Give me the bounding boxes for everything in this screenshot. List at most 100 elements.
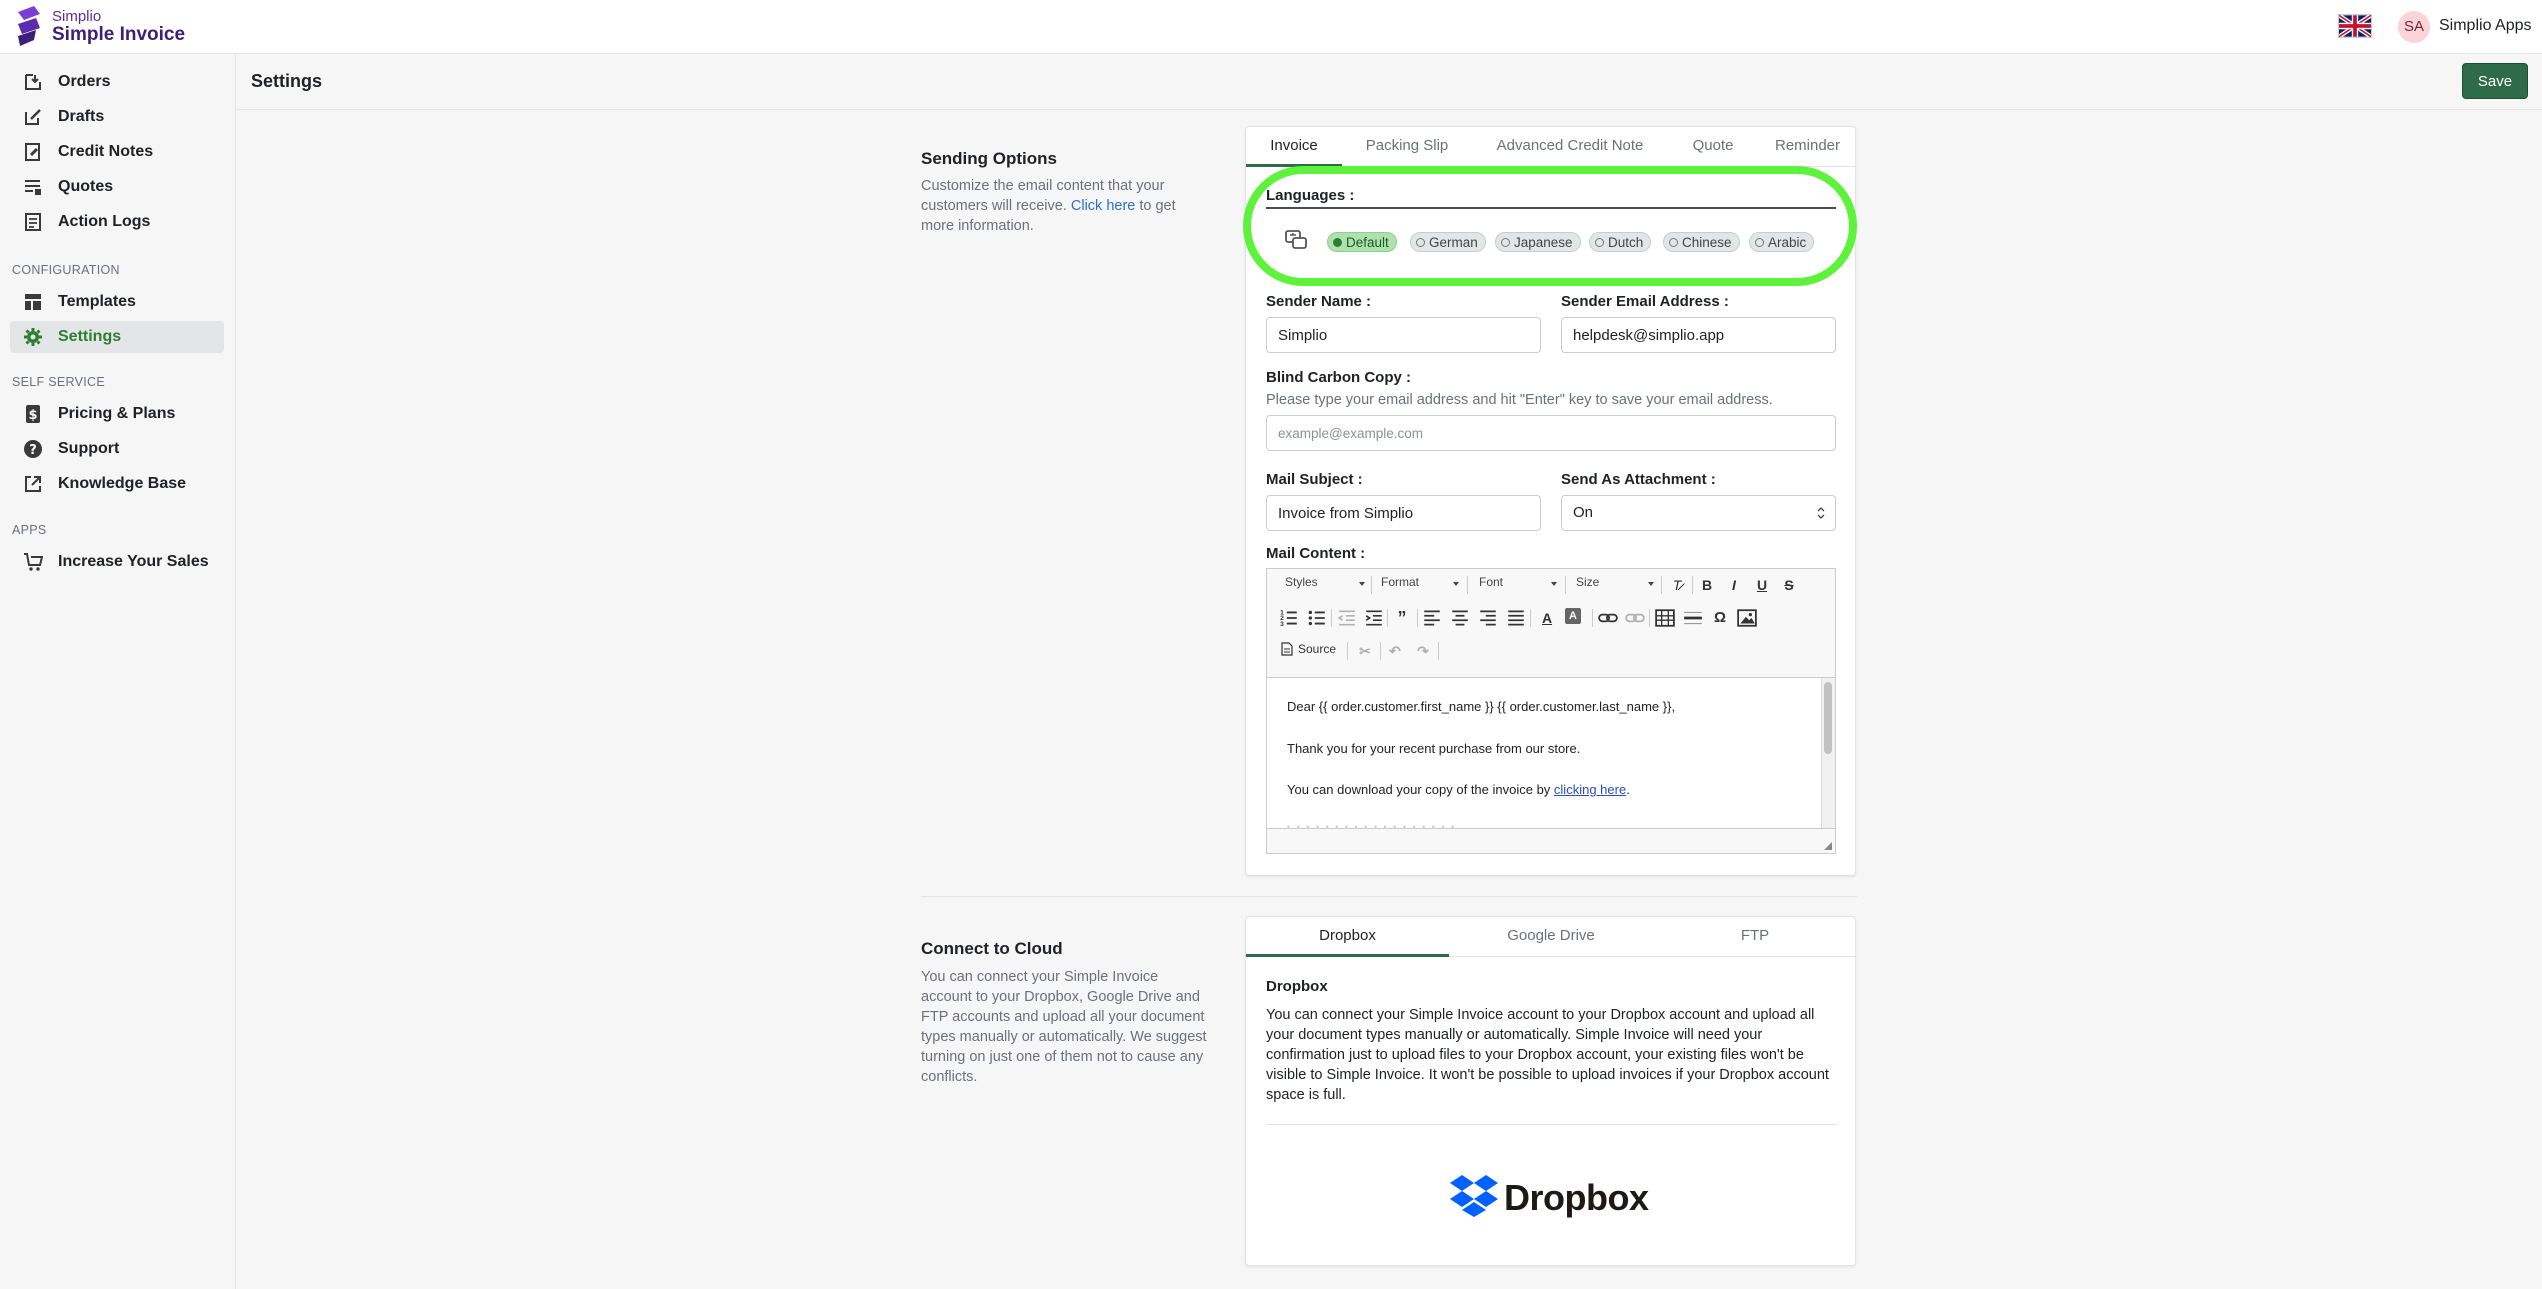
dollar-icon: $ (22, 403, 44, 425)
redo-icon[interactable]: ↷ (1413, 641, 1433, 661)
table-icon[interactable] (1655, 608, 1675, 628)
indent-icon[interactable] (1364, 608, 1384, 628)
bulleted-list-icon[interactable] (1307, 608, 1327, 628)
outdent-icon[interactable] (1337, 608, 1357, 628)
unlink-icon[interactable] (1625, 608, 1645, 628)
italic-icon[interactable]: I (1724, 575, 1744, 595)
section-divider (921, 896, 1857, 897)
editor-scrollbar[interactable] (1821, 678, 1835, 828)
tab-advanced-credit-note[interactable]: Advanced Credit Note (1472, 127, 1668, 167)
click-here-link[interactable]: Click here (1071, 198, 1135, 214)
clicking-here-link[interactable]: clicking here (1554, 782, 1626, 797)
mail-subject-field[interactable] (1266, 495, 1541, 531)
avatar[interactable]: SA (2398, 11, 2430, 43)
language-pill-german[interactable]: German (1410, 232, 1486, 252)
bcc-email-input[interactable] (1266, 415, 1836, 451)
sidebar-item-credit-notes[interactable]: Credit Notes (10, 136, 224, 168)
blockquote-icon[interactable]: ” (1392, 608, 1412, 628)
send-attachment-select[interactable]: On (1561, 495, 1836, 531)
toolbar-separator (1530, 609, 1531, 627)
sidebar-item-quotes[interactable]: Quotes (10, 171, 224, 203)
page-title: Settings (251, 71, 323, 91)
action-logs-icon (22, 211, 44, 233)
language-label: Japanese (1514, 234, 1573, 250)
background-color-icon[interactable]: A (1565, 608, 1581, 624)
cloud-description: You can connect your Simple Invoice acco… (921, 969, 1207, 1085)
caret-icon (1551, 582, 1557, 586)
resize-handle-icon[interactable] (1824, 842, 1832, 850)
radio-dot-icon (1333, 237, 1342, 247)
language-pill-japanese[interactable]: Japanese (1495, 232, 1581, 252)
align-right-icon[interactable] (1478, 608, 1498, 628)
align-left-icon[interactable] (1422, 608, 1442, 628)
format-dropdown[interactable]: Format (1381, 575, 1459, 595)
uk-flag-icon[interactable] (2338, 14, 2372, 38)
special-character-icon[interactable]: Ω (1710, 608, 1730, 628)
language-label: Arabic (1768, 234, 1807, 250)
remove-format-icon[interactable]: T̷ (1667, 575, 1687, 595)
sidebar-item-label: Action Logs (58, 213, 151, 230)
svg-text:3: 3 (1280, 621, 1284, 628)
size-label: Size (1576, 575, 1600, 589)
caret-icon (1359, 582, 1365, 586)
tab-packing-slip[interactable]: Packing Slip (1342, 127, 1472, 167)
sidebar-item-action-logs[interactable]: Action Logs (10, 206, 224, 238)
quotes-icon (22, 176, 44, 198)
sidebar-item-pricing[interactable]: $ Pricing & Plans (10, 398, 224, 430)
align-center-icon[interactable] (1450, 608, 1470, 628)
size-dropdown[interactable]: Size (1576, 575, 1654, 595)
bold-icon[interactable]: B (1697, 575, 1717, 595)
language-pill-arabic[interactable]: Arabic (1749, 232, 1815, 252)
scrollbar-thumb[interactable] (1824, 682, 1832, 754)
sidebar-item-drafts[interactable]: Drafts (10, 101, 224, 133)
tab-ftp[interactable]: FTP (1653, 917, 1857, 957)
text-color-icon[interactable]: A (1537, 608, 1557, 628)
align-justify-icon[interactable] (1506, 608, 1526, 628)
send-attachment-label: Send As Attachment : (1561, 471, 1716, 488)
underline-icon[interactable]: U (1752, 575, 1772, 595)
editor-toolbar-row-2: 123 ” A A Ω (1267, 602, 1837, 634)
sender-email-field[interactable] (1561, 317, 1836, 353)
sidebar-item-settings[interactable]: Settings (10, 321, 224, 353)
toolbar-separator (1371, 576, 1372, 594)
link-icon[interactable] (1598, 608, 1618, 628)
cut-icon[interactable]: ✂ (1355, 641, 1375, 661)
sender-name-field[interactable] (1266, 317, 1541, 353)
undo-icon[interactable]: ↶ (1385, 641, 1405, 661)
numbered-list-icon[interactable]: 123 (1279, 608, 1299, 628)
sidebar-item-label: Support (58, 440, 120, 457)
format-label: Format (1381, 575, 1420, 589)
editor-content-area[interactable]: Dear {{ order.customer.first_name }} {{ … (1267, 677, 1835, 829)
styles-label: Styles (1285, 575, 1318, 589)
tab-invoice[interactable]: Invoice (1246, 127, 1342, 167)
save-button[interactable]: Save (2462, 63, 2528, 99)
font-dropdown[interactable]: Font (1479, 575, 1557, 595)
sidebar-item-knowledge-base[interactable]: Knowledge Base (10, 468, 224, 500)
language-pill-default[interactable]: Default (1327, 232, 1397, 252)
simplio-logo-icon (18, 6, 40, 46)
tab-quote[interactable]: Quote (1668, 127, 1758, 167)
sidebar-item-templates[interactable]: Templates (10, 286, 224, 318)
strikethrough-icon[interactable]: S (1779, 575, 1799, 595)
language-pill-chinese[interactable]: Chinese (1663, 232, 1740, 252)
toolbar-separator (1565, 576, 1566, 594)
language-pill-dutch[interactable]: Dutch (1589, 232, 1652, 252)
horizontal-line-icon[interactable] (1683, 608, 1703, 628)
styles-dropdown[interactable]: Styles (1285, 575, 1365, 595)
sidebar-item-support[interactable]: ? Support (10, 433, 224, 465)
sending-options-card: Invoice Packing Slip Advanced Credit Not… (1245, 126, 1856, 876)
cloud-tabs: Dropbox Google Drive FTP (1246, 917, 1855, 957)
sender-name-label: Sender Name : (1266, 293, 1372, 310)
tab-dropbox[interactable]: Dropbox (1246, 917, 1449, 957)
translate-icon[interactable] (1284, 228, 1308, 252)
source-button[interactable]: Source (1281, 642, 1336, 656)
page-header: Settings Save (237, 54, 2542, 110)
sidebar-item-orders[interactable]: Orders (10, 66, 224, 98)
credit-notes-icon (22, 141, 44, 163)
image-icon[interactable] (1737, 608, 1757, 628)
tab-google-drive[interactable]: Google Drive (1449, 917, 1653, 957)
user-name[interactable]: Simplio Apps (2439, 17, 2532, 35)
tab-reminder[interactable]: Reminder (1758, 127, 1857, 167)
rich-text-editor: Styles Format Font Size T̷ B I U S 123 ” (1266, 568, 1836, 854)
sidebar-item-increase-sales[interactable]: Increase Your Sales (10, 546, 224, 578)
